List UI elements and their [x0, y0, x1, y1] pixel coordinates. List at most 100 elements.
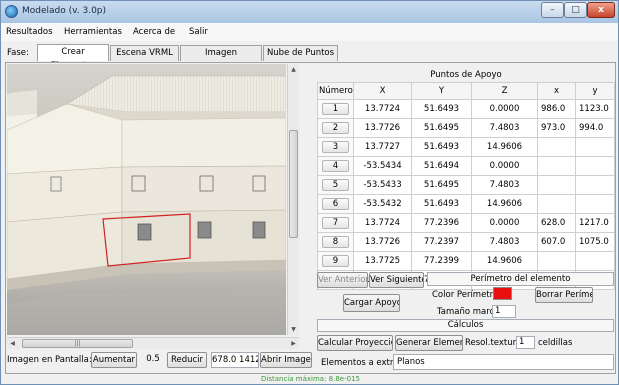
generate-element-button[interactable]: Generar Elemento [395, 335, 463, 351]
image-y-cell: 1123.0 [575, 99, 615, 119]
zoom-out-button[interactable]: Reducir [167, 352, 207, 368]
world-z-cell: 0.0000 [471, 213, 538, 233]
perimeter-color-swatch[interactable] [493, 287, 512, 300]
point-number-button[interactable]: 5 [317, 175, 354, 195]
point-number-label[interactable]: 5 [322, 179, 349, 191]
delete-perimeter-button[interactable]: Borrar Perímetro [535, 287, 593, 303]
world-y-cell: 51.6493 [411, 99, 472, 119]
image-y-cell: 994.0 [575, 118, 615, 138]
status-bar: Distancia máxima: 8.8e-015 [261, 375, 360, 383]
next-points-button[interactable]: Ver Siguientes [369, 272, 424, 288]
texture-resolution-input[interactable]: 1 [516, 336, 535, 349]
load-points-button[interactable]: Cargar Apoyo [343, 294, 400, 312]
point-number-label[interactable]: 4 [322, 160, 349, 172]
minimize-button[interactable]: – [541, 2, 564, 18]
header-y-world: Y [411, 82, 472, 100]
point-number-label[interactable]: 2 [322, 122, 349, 134]
mark-size-input[interactable]: 1 [492, 305, 516, 318]
table-row: 9 13.7725 77.2399 14.9606 [317, 251, 615, 271]
points-table-caption: Puntos de Apoyo [430, 70, 502, 80]
window-title: Modelado (v. 3.0p) [22, 6, 107, 16]
tab-escena-vrml[interactable]: Escena VRML [110, 45, 179, 61]
point-number-label[interactable]: 8 [322, 236, 349, 248]
title-bar: Modelado (v. 3.0p) – □ x [1, 1, 618, 23]
world-z-cell: 0.0000 [471, 156, 538, 176]
menu-salir[interactable]: Salir [189, 27, 208, 37]
tab-nube-de-puntos[interactable]: Nube de Puntos [263, 45, 338, 61]
point-number-button[interactable]: 1 [317, 99, 354, 119]
point-number-label[interactable]: 1 [322, 103, 349, 115]
tab-crear-elementos[interactable]: Crear Elementos [37, 44, 109, 71]
world-x-cell: 13.7727 [353, 137, 412, 157]
world-x-cell: 13.7724 [353, 99, 412, 119]
world-y-cell: 51.6493 [411, 137, 472, 157]
point-number-button[interactable]: 4 [317, 156, 354, 176]
point-number-label[interactable]: 9 [322, 255, 349, 267]
menu-herramientas[interactable]: Herramientas [64, 27, 122, 37]
image-x-cell [537, 156, 576, 176]
world-z-cell: 0.0000 [471, 99, 538, 119]
previous-points-button[interactable]: Ver Anteriores [317, 272, 368, 288]
vertical-scroll-thumb[interactable] [289, 130, 298, 238]
scroll-down-arrow-icon[interactable]: ▼ [288, 324, 299, 335]
point-number-button[interactable]: 7 [317, 213, 354, 233]
point-number-button[interactable]: 6 [317, 194, 354, 214]
image-y-cell: 1217.0 [575, 213, 615, 233]
point-number-label[interactable]: 3 [322, 141, 349, 153]
fase-tabs: Fase: Crear Elementos Escena VRML Imagen… [1, 42, 618, 72]
open-image-button[interactable]: Abrir Imagen [260, 352, 312, 368]
point-number-button[interactable]: 9 [317, 251, 354, 271]
points-table: Puntos de Apoyo Número X Y Z x y 1 13.772… [317, 68, 615, 290]
image-y-cell [575, 194, 615, 214]
point-number-button[interactable]: 2 [317, 118, 354, 138]
point-number-label[interactable]: 6 [322, 198, 349, 210]
point-number-button[interactable]: 3 [317, 137, 354, 157]
table-row: 2 13.7726 51.6495 7.4803 973.0 994.0 [317, 118, 615, 138]
point-number-button[interactable]: 8 [317, 232, 354, 252]
world-z-cell: 14.9606 [471, 251, 538, 271]
point-number-label[interactable]: 7 [322, 217, 349, 229]
building-photo[interactable] [7, 64, 286, 335]
zoom-in-button[interactable]: Aumentar [91, 352, 137, 368]
world-y-cell: 51.6493 [411, 194, 472, 214]
header-z-world: Z [471, 82, 538, 100]
world-y-cell: 51.6494 [411, 156, 472, 176]
app-globe-icon [5, 5, 18, 18]
tab-imagen-rectificada[interactable]: Imagen Rectificada [180, 45, 262, 72]
horizontal-scroll-thumb[interactable]: ||| [22, 339, 133, 348]
calculate-projection-button[interactable]: Calcular Proyección [317, 335, 393, 351]
maximize-button[interactable]: □ [564, 2, 587, 18]
world-z-cell: 7.4803 [471, 118, 538, 138]
menu-acerca-de[interactable]: Acerca de [133, 27, 175, 37]
world-z-cell: 7.4803 [471, 175, 538, 195]
menu-bar: Resultados Herramientas Acerca de Salir [1, 23, 618, 41]
world-x-cell: -53.5433 [353, 175, 412, 195]
image-horizontal-scrollbar[interactable]: ◀ ||| ▶ [7, 337, 299, 349]
image-x-cell: 607.0 [537, 232, 576, 252]
close-button[interactable]: x [587, 2, 615, 18]
scroll-right-arrow-icon[interactable]: ▶ [288, 338, 299, 349]
world-y-cell: 77.2396 [411, 213, 472, 233]
cells-label: celdillas [538, 338, 573, 348]
image-vertical-scrollbar[interactable]: ▲ ▼ [287, 64, 299, 335]
menu-resultados[interactable]: Resultados [6, 27, 53, 37]
image-size-field: 678.0 1412.0 [211, 352, 259, 368]
elements-to-extract-select[interactable]: Planos [393, 354, 614, 370]
scroll-left-arrow-icon[interactable]: ◀ [7, 338, 18, 349]
image-y-cell [575, 251, 615, 271]
table-row: 6 -53.5432 51.6493 14.9606 [317, 194, 615, 214]
building-model-image [7, 64, 286, 335]
world-y-cell: 77.2399 [411, 251, 472, 271]
image-x-cell: 986.0 [537, 99, 576, 119]
world-y-cell: 51.6495 [411, 118, 472, 138]
world-z-cell: 7.4803 [471, 232, 538, 252]
world-z-cell: 14.9606 [471, 194, 538, 214]
fase-label: Fase: [7, 48, 29, 58]
world-y-cell: 77.2397 [411, 232, 472, 252]
world-z-cell: 14.9606 [471, 137, 538, 157]
table-row: 1 13.7724 51.6493 0.0000 986.0 1123.0 [317, 99, 615, 119]
scroll-up-arrow-icon[interactable]: ▲ [288, 64, 299, 75]
perimetro-section-title: Perímetro del elemento [427, 272, 614, 286]
world-x-cell: -53.5432 [353, 194, 412, 214]
table-row: 3 13.7727 51.6493 14.9606 [317, 137, 615, 157]
